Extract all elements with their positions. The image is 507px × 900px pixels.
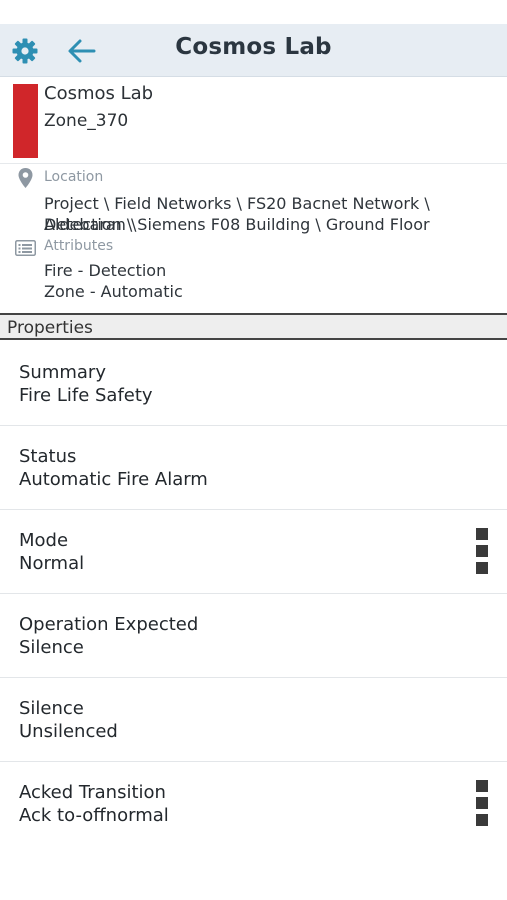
property-value: Fire Life Safety <box>19 385 153 406</box>
attributes-label: Attributes <box>44 238 114 254</box>
property-label: Operation Expected <box>19 614 199 635</box>
status-bar <box>0 0 507 24</box>
property-row-status[interactable]: Status Automatic Fire Alarm <box>0 426 507 510</box>
page-title: Cosmos Lab <box>175 34 332 60</box>
object-zone: Zone_370 <box>44 111 129 131</box>
object-name: Cosmos Lab <box>44 83 154 104</box>
properties-list: Summary Fire Life Safety Status Automati… <box>0 342 507 846</box>
properties-section-title: Properties <box>7 318 93 338</box>
more-options-icon[interactable] <box>476 780 489 830</box>
object-summary-card: Cosmos Lab Zone_370 <box>0 77 507 164</box>
location-path-line-2: Detection \ Siemens F08 Building \ Groun… <box>44 215 430 234</box>
location-label: Location <box>44 169 104 185</box>
property-label: Summary <box>19 362 106 383</box>
property-value: Automatic Fire Alarm <box>19 469 208 490</box>
property-value: Unsilenced <box>19 721 118 742</box>
object-info: Location Project \ Field Networks \ FS20… <box>0 164 507 312</box>
property-row-silence[interactable]: Silence Unsilenced <box>0 678 507 762</box>
properties-section-header: Properties <box>0 313 507 340</box>
property-row-mode[interactable]: Mode Normal <box>0 510 507 594</box>
property-label: Acked Transition <box>19 782 166 803</box>
alarm-status-swatch <box>13 84 38 158</box>
property-label: Silence <box>19 698 84 719</box>
attribute-line-1: Fire - Detection <box>44 261 167 280</box>
property-row-operation-expected[interactable]: Operation Expected Silence <box>0 594 507 678</box>
property-value: Ack to-offnormal <box>19 805 169 826</box>
property-label: Status <box>19 446 77 467</box>
app-header: Cosmos Lab <box>0 24 507 77</box>
property-row-summary[interactable]: Summary Fire Life Safety <box>0 342 507 426</box>
location-pin-icon <box>18 168 33 188</box>
property-label: Mode <box>19 530 69 551</box>
more-options-icon[interactable] <box>476 528 489 578</box>
property-value: Silence <box>19 637 84 658</box>
property-row-acked-transition[interactable]: Acked Transition Ack to-offnormal <box>0 762 507 846</box>
property-value: Normal <box>19 553 85 574</box>
attributes-list-icon <box>15 240 36 256</box>
attribute-line-2: Zone - Automatic <box>44 282 183 301</box>
